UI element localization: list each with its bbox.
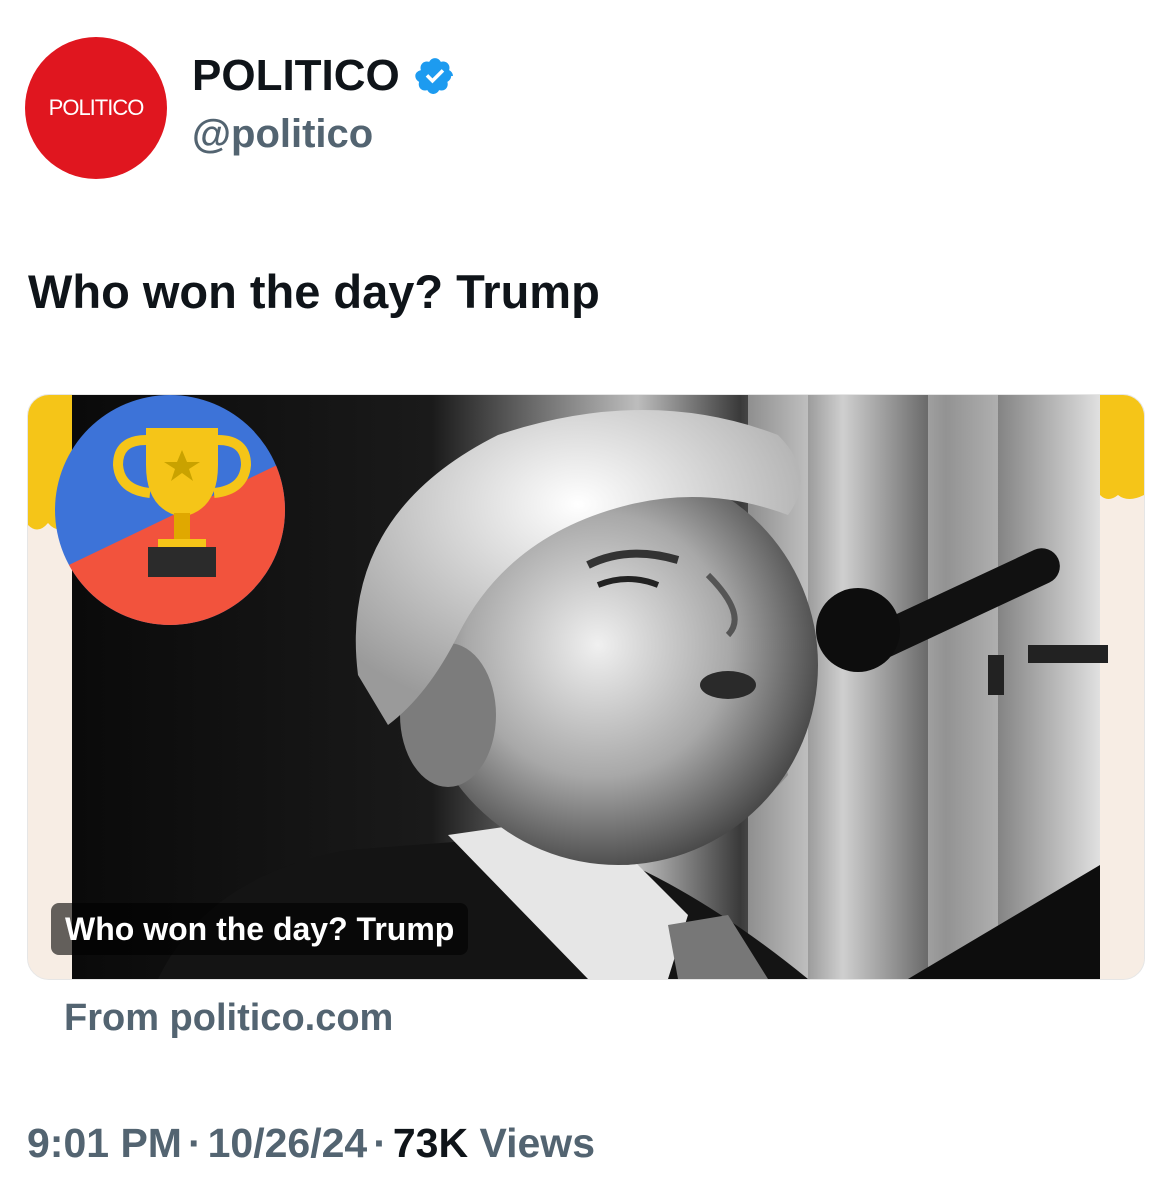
tweet-meta: 9:01 PM · 10/26/24 · 73K Views	[27, 1116, 595, 1170]
views-label: Views	[479, 1120, 596, 1166]
link-card[interactable]: Who won the day? Trump	[27, 394, 1145, 980]
tweet-time[interactable]: 9:01 PM	[27, 1120, 182, 1166]
card-source-link[interactable]: From politico.com	[64, 994, 393, 1042]
meta-separator: ·	[373, 1120, 387, 1166]
meta-separator: ·	[187, 1120, 202, 1166]
author-info: POLITICO @politico	[192, 50, 456, 160]
card-image	[28, 395, 1144, 979]
name-row: POLITICO	[192, 50, 456, 102]
avatar-logo-text: POLITICO	[48, 95, 145, 120]
tweet-date[interactable]: 10/26/24	[208, 1120, 368, 1166]
card-caption: Who won the day? Trump	[51, 903, 469, 955]
avatar[interactable]: POLITICO	[25, 37, 167, 179]
tweet-text: Who won the day? Trump	[28, 265, 600, 318]
user-handle[interactable]: @politico	[192, 108, 456, 160]
verified-badge-icon	[415, 58, 453, 94]
display-name[interactable]: POLITICO	[192, 50, 400, 102]
views-count: 73K	[392, 1120, 469, 1166]
